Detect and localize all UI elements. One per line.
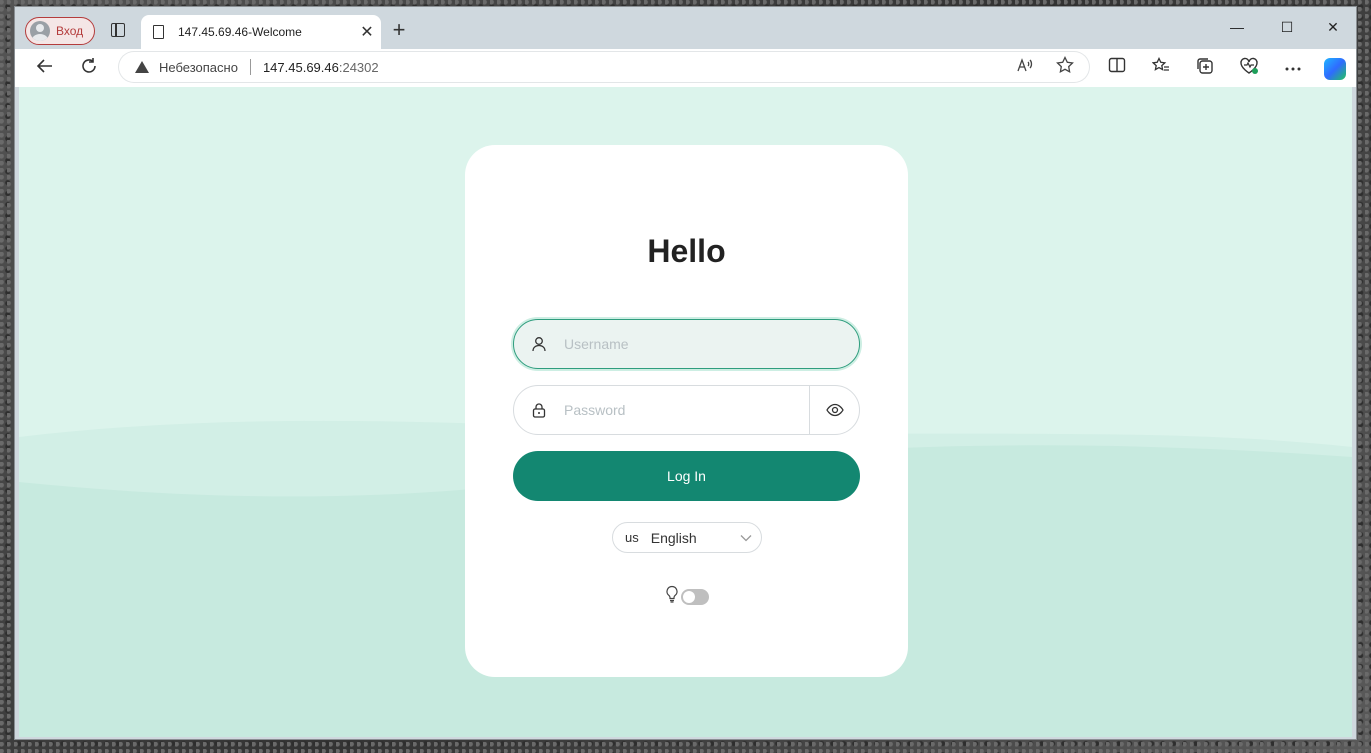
url-host: 147.45.69.46 bbox=[262, 59, 339, 75]
maximize-button[interactable]: ☐ bbox=[1267, 13, 1307, 41]
tab-actions-icon[interactable] bbox=[111, 23, 125, 37]
page-viewport: Hello Log In us English bbox=[19, 87, 1352, 737]
language-select[interactable]: us English bbox=[612, 522, 762, 553]
eye-icon bbox=[825, 403, 844, 417]
back-icon[interactable] bbox=[31, 55, 59, 83]
theme-toggle[interactable] bbox=[681, 588, 709, 605]
address-separator bbox=[249, 59, 251, 75]
warning-icon[interactable] bbox=[135, 61, 149, 73]
login-card: Hello Log In us English bbox=[465, 145, 908, 677]
browser-essentials-icon[interactable] bbox=[1235, 57, 1263, 79]
password-input[interactable] bbox=[564, 386, 809, 434]
tab-title: 147.45.69.46-Welcome bbox=[178, 25, 302, 39]
collections-icon[interactable] bbox=[1191, 57, 1219, 79]
more-icon[interactable] bbox=[1279, 57, 1307, 79]
user-icon bbox=[514, 320, 564, 368]
username-input[interactable] bbox=[564, 320, 859, 368]
close-tab-icon[interactable]: ✕ bbox=[353, 22, 381, 42]
password-field[interactable] bbox=[513, 385, 860, 435]
minimize-button[interactable]: — bbox=[1217, 13, 1257, 41]
avatar-icon bbox=[30, 21, 50, 41]
page-icon bbox=[153, 25, 164, 39]
page-title: Hello bbox=[647, 233, 726, 269]
lightbulb-icon bbox=[665, 585, 679, 608]
lock-icon bbox=[514, 386, 564, 434]
language-name: English bbox=[650, 529, 697, 546]
language-code: us bbox=[625, 530, 639, 545]
security-status[interactable]: Небезопасно bbox=[159, 60, 238, 75]
browser-window: Вход 147.45.69.46-Welcome ✕ + — ☐ ✕ Небе… bbox=[14, 6, 1357, 740]
profile-label: Вход bbox=[56, 24, 84, 38]
url-port: :24302 bbox=[338, 59, 379, 75]
copilot-icon[interactable] bbox=[1324, 58, 1346, 80]
theme-switch-row bbox=[665, 585, 709, 608]
profile-button[interactable]: Вход bbox=[25, 17, 95, 45]
tab-strip: Вход 147.45.69.46-Welcome ✕ + — ☐ ✕ bbox=[15, 7, 1356, 49]
close-window-button[interactable]: ✕ bbox=[1313, 13, 1353, 41]
toggle-password-visibility-button[interactable] bbox=[809, 386, 859, 434]
login-button[interactable]: Log In bbox=[513, 451, 860, 501]
favorites-icon[interactable] bbox=[1147, 56, 1175, 79]
chevron-down-icon bbox=[731, 534, 761, 542]
new-tab-button[interactable]: + bbox=[387, 17, 411, 43]
address-bar[interactable]: Небезопасно 147.45.69.46:24302 bbox=[119, 52, 1089, 82]
read-aloud-icon[interactable] bbox=[1013, 56, 1037, 79]
browser-toolbar: Небезопасно 147.45.69.46:24302 bbox=[15, 49, 1356, 87]
star-icon[interactable] bbox=[1053, 55, 1077, 79]
tab-active[interactable]: 147.45.69.46-Welcome ✕ bbox=[141, 15, 381, 49]
username-field[interactable] bbox=[513, 319, 860, 369]
split-screen-icon[interactable] bbox=[1103, 57, 1131, 79]
reload-icon[interactable] bbox=[75, 55, 103, 83]
